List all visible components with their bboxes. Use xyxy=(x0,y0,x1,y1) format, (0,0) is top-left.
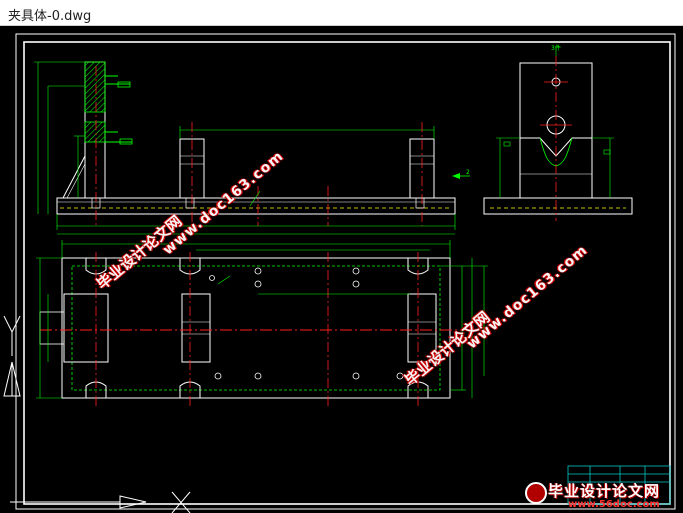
site-logo: 毕业设计论文网 www.56doc.com xyxy=(513,478,683,513)
drawing-canvas[interactable]: 2 3件 毕业设计论文网 www.doc163.com 毕业设计论文网 www.… xyxy=(0,26,683,513)
ucs-icon-left xyxy=(3,315,21,397)
title-bar: 夹具体-0.dwg xyxy=(0,0,683,26)
front-view xyxy=(34,61,470,235)
logo-url-text: www.56doc.com xyxy=(568,499,660,510)
logo-cn-text: 毕业设计论文网 xyxy=(548,482,661,500)
ucs-icon-bottom xyxy=(10,491,191,513)
side-view xyxy=(483,46,633,221)
logo-mark-icon xyxy=(525,482,547,504)
window-title: 夹具体-0.dwg xyxy=(8,9,92,24)
side-view-label: 3件 xyxy=(551,44,561,52)
arrow-label: 2 xyxy=(466,169,470,176)
